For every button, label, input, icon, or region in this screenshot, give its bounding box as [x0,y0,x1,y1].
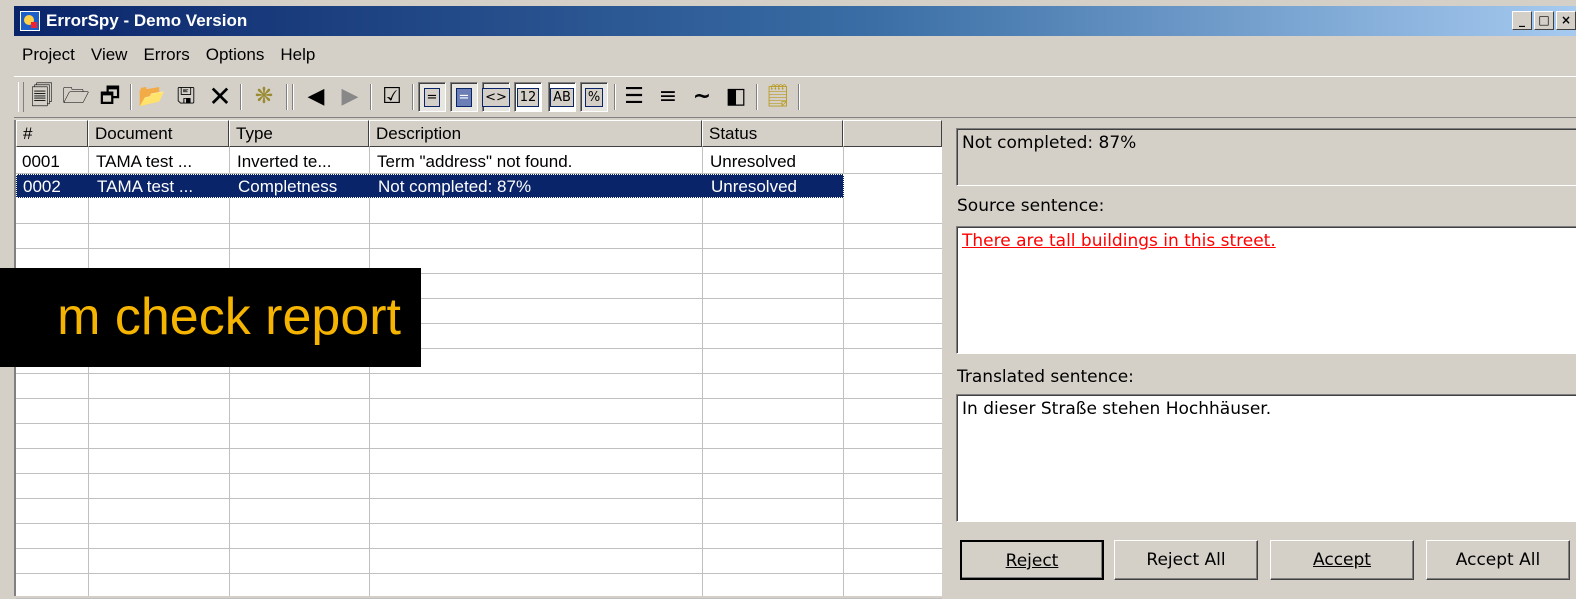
empty-row [16,425,942,449]
tags-icon[interactable]: <> [482,82,510,112]
menu-bar: Project View Errors Options Help [14,40,1576,70]
table-row[interactable]: 0001 TAMA test ... Inverted te... Term "… [16,150,942,174]
cell-description: Not completed: 87% [378,177,532,196]
list-icon[interactable]: ☰ [620,82,648,112]
toolbar-separator [756,84,758,110]
maximize-button[interactable]: □ [1534,11,1554,30]
empty-row [16,200,942,224]
reject-all-button[interactable]: Reject All [1114,540,1258,580]
open-project-icon[interactable]: 🗁 [62,82,90,112]
run-check-icon[interactable]: ❋ [250,82,278,112]
open-folder-icon[interactable]: 📂 [138,82,166,112]
toolbar-separator [614,84,616,110]
properties-icon[interactable]: 🗐 [28,82,56,112]
toolbar-separator [286,84,288,110]
check-icon[interactable]: ☑ [378,82,406,112]
menu-options[interactable]: Options [198,45,273,65]
tilde-icon[interactable]: ~ [688,82,716,112]
reject-button[interactable]: Reject [960,540,1104,580]
delete-icon[interactable]: ✕ [206,82,234,112]
column-header-description[interactable]: Description [369,120,702,147]
cell-document: TAMA test ... [97,177,194,196]
caption-text: m check report [57,288,401,346]
split-icon[interactable]: ◧ [722,82,750,112]
empty-row [16,225,942,249]
minimize-button[interactable]: _ [1512,11,1532,30]
column-header-document[interactable]: Document [88,120,229,147]
numbers-icon[interactable]: 12 [514,82,542,112]
empty-row [16,475,942,499]
previous-icon[interactable]: ◀ [302,82,330,112]
empty-row [16,550,942,574]
save-icon[interactable]: 🖫 [172,82,200,112]
menu-errors[interactable]: Errors [135,45,197,65]
app-icon[interactable] [20,11,40,31]
column-header-status[interactable]: Status [702,120,843,147]
toolbar: 🗐 🗁 🗗 📂 🖫 ✕ ❋ ◀ ▶ ☑ = = <> 12 AB % ☰ ≡ ~… [14,76,1576,118]
window-title: ErrorSpy - Demo Version [46,11,248,30]
close-button[interactable]: × [1556,11,1576,30]
accept-all-button[interactable]: Accept All [1426,540,1570,580]
title-bar: ErrorSpy - Demo Version _ □ × [14,6,1576,36]
toolbar-separator [292,84,294,110]
cell-status: Unresolved [710,152,796,171]
column-header-type[interactable]: Type [229,120,369,147]
menu-project[interactable]: Project [14,45,83,65]
next-icon[interactable]: ▶ [336,82,364,112]
empty-row [16,400,942,424]
copy-icon[interactable]: 🗗 [96,82,124,112]
toolbar-separator [798,84,800,110]
menu-help[interactable]: Help [272,45,323,65]
translated-sentence-box[interactable]: In dieser Straße stehen Hochhäuser. [956,394,1576,522]
translated-sentence-label: Translated sentence: [957,367,1134,387]
case-icon[interactable]: AB [548,82,576,112]
empty-row [16,500,942,524]
align-icon[interactable]: ≡ [654,82,682,112]
cell-status: Unresolved [711,177,797,196]
toolbar-separator [412,84,414,110]
toolbar-separator [130,84,132,110]
source-sentence-box[interactable]: There are tall buildings in this street. [956,226,1576,354]
empty-row [16,575,942,599]
detail-pane: Not completed: 87% Source sentence: Ther… [946,120,1576,596]
empty-row [16,450,942,474]
error-summary-field: Not completed: 87% [956,128,1576,186]
notes-icon[interactable]: 🗒 [764,82,792,112]
cell-type: Completness [238,177,338,196]
column-header-empty [843,120,942,147]
cell-description: Term "address" not found. [377,152,573,171]
toolbar-separator [240,84,242,110]
cell-document: TAMA test ... [96,152,193,171]
view-filled-icon[interactable]: = [450,82,478,112]
toolbar-separator [370,84,372,110]
toolbar-grip[interactable] [18,82,24,112]
table-header: # Document Type Description Status [16,120,942,147]
percent-icon[interactable]: % [580,82,608,112]
table-row-selected[interactable]: 0002 TAMA test ... Completness Not compl… [16,174,844,198]
cell-number: 0002 [23,177,61,196]
view-equal-icon[interactable]: = [418,82,446,112]
accept-button[interactable]: Accept [1270,540,1414,580]
source-sentence-text: There are tall buildings in this street. [962,231,1276,251]
cell-number: 0001 [22,152,60,171]
cell-type: Inverted te... [237,152,332,171]
window-controls: _ □ × [1512,11,1576,30]
source-sentence-label: Source sentence: [957,196,1105,216]
empty-row [16,525,942,549]
menu-view[interactable]: View [83,45,136,65]
caption-overlay: m check report [0,268,421,367]
translated-sentence-text: In dieser Straße stehen Hochhäuser. [962,399,1272,419]
empty-row [16,375,942,399]
column-header-number[interactable]: # [16,120,88,147]
